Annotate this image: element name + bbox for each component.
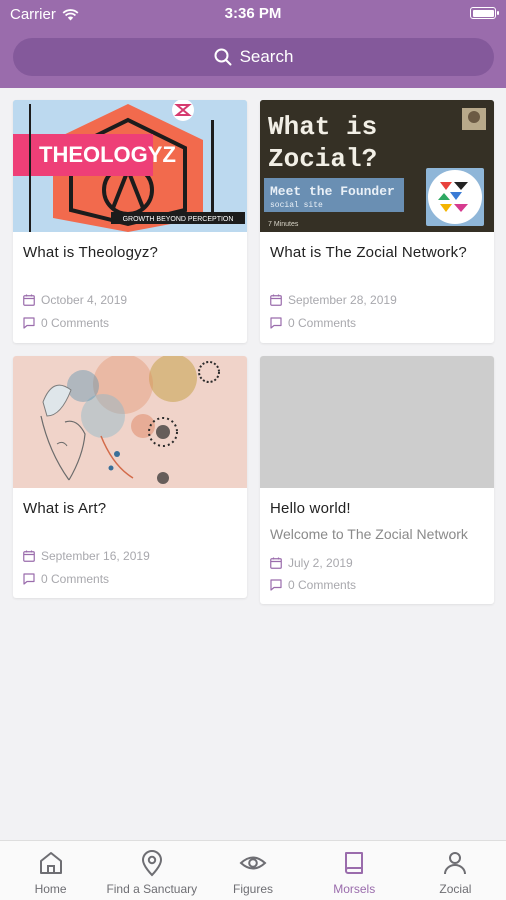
post-card[interactable]: THEOLOGYZ GROWTH BEYOND PERCEPTION What … <box>13 100 247 343</box>
tab-morsels-label: Morsels <box>333 882 376 896</box>
post-comments-text: 0 Comments <box>41 572 110 586</box>
post-comments-text: 0 Comments <box>41 316 110 330</box>
post-card[interactable]: Hello world! Welcome to The Zocial Netwo… <box>260 356 494 604</box>
post-thumbnail-placeholder <box>260 356 494 488</box>
post-date: October 4, 2019 <box>23 293 127 307</box>
calendar-icon <box>270 294 282 306</box>
tab-zocial-label: Zocial <box>439 882 472 896</box>
post-title[interactable]: What is The Zocial Network? <box>270 244 482 261</box>
tab-find-a-sanctuary-label: Find a Sanctuary <box>106 882 198 896</box>
comment-icon <box>270 317 282 329</box>
post-title[interactable]: Hello world! <box>270 500 482 517</box>
post-comments[interactable]: 0 Comments <box>270 316 356 330</box>
tab-find-a-sanctuary[interactable]: Find a Sanctuary <box>101 841 202 900</box>
theologyz-banner-text: THEOLOGYZ <box>39 142 176 167</box>
post-date-text: September 28, 2019 <box>288 293 397 307</box>
post-thumbnail-zocial: What is Zocial? Meet the Founder social … <box>260 100 494 232</box>
post-card[interactable]: What is Art? September 16, 2019 0 Commen… <box>13 356 247 598</box>
home-icon <box>39 852 62 874</box>
post-date: September 28, 2019 <box>270 293 397 307</box>
zocial-subline: Meet the Founder <box>270 184 395 199</box>
theologyz-tagline: GROWTH BEYOND PERCEPTION <box>123 216 234 223</box>
battery-icon <box>470 7 499 19</box>
comment-icon <box>270 579 282 591</box>
post-thumbnail-theologyz: THEOLOGYZ GROWTH BEYOND PERCEPTION <box>13 100 247 232</box>
tab-figures[interactable]: Figures <box>202 841 303 900</box>
tab-home[interactable]: Home <box>0 841 101 900</box>
post-date-text: July 2, 2019 <box>288 556 353 570</box>
status-time: 3:36 PM <box>224 5 282 22</box>
book-icon <box>345 852 364 874</box>
tab-bar: Home Find a Sanctuary Figures Morsels Zo… <box>0 840 506 900</box>
post-excerpt: Welcome to The Zocial Network <box>270 526 468 542</box>
calendar-icon <box>270 557 282 569</box>
calendar-icon <box>23 294 35 306</box>
user-icon <box>444 852 467 875</box>
post-comments-text: 0 Comments <box>288 316 357 330</box>
zocial-headline-2: Zocial? <box>268 144 377 174</box>
post-comments[interactable]: 0 Comments <box>23 572 109 586</box>
search-icon <box>214 48 232 66</box>
zocial-subline-2: social site <box>270 201 323 210</box>
tab-morsels[interactable]: Morsels <box>304 841 405 900</box>
post-comments[interactable]: 0 Comments <box>23 316 109 330</box>
tab-zocial[interactable]: Zocial <box>405 841 506 900</box>
post-date-text: September 16, 2019 <box>41 549 150 563</box>
search-bar[interactable]: Search <box>13 38 494 76</box>
post-date-text: October 4, 2019 <box>41 293 128 307</box>
zocial-corner-text: 7 Minutes <box>268 221 299 228</box>
comment-icon <box>23 317 35 329</box>
status-bar: Carrier 3:36 PM <box>0 0 506 28</box>
calendar-icon <box>23 550 35 562</box>
post-thumbnail-art <box>13 356 247 488</box>
post-title[interactable]: What is Art? <box>23 500 235 517</box>
post-comments-text: 0 Comments <box>288 578 357 592</box>
search-label: Search <box>239 47 294 66</box>
app-header: Carrier 3:36 PM Search <box>0 0 506 88</box>
comment-icon <box>23 573 35 585</box>
eye-icon <box>239 856 267 870</box>
tab-home-label: Home <box>34 882 67 896</box>
location-pin-icon <box>141 850 162 877</box>
tab-figures-label: Figures <box>233 882 274 896</box>
post-card[interactable]: What is Zocial? Meet the Founder social … <box>260 100 494 343</box>
post-date: September 16, 2019 <box>23 549 150 563</box>
post-comments[interactable]: 0 Comments <box>270 578 356 592</box>
post-title[interactable]: What is Theologyz? <box>23 244 235 261</box>
zocial-headline-1: What is <box>268 112 377 142</box>
post-date: July 2, 2019 <box>270 556 353 570</box>
